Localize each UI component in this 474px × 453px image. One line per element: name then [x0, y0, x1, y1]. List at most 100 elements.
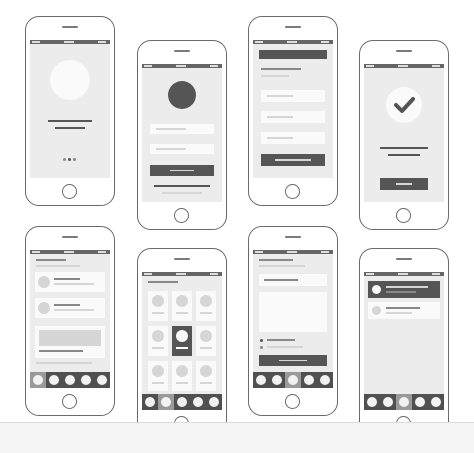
- speaker: [174, 50, 190, 52]
- screen-compose: [253, 250, 333, 388]
- tab-2[interactable]: [383, 397, 393, 407]
- grid-tile[interactable]: [196, 291, 216, 321]
- speaker: [62, 236, 78, 238]
- page-dot[interactable]: [63, 158, 66, 161]
- screen-notifications: [364, 272, 444, 410]
- grid-tile[interactable]: [196, 361, 216, 391]
- screen-form: [253, 40, 333, 178]
- input-3[interactable]: [261, 132, 325, 144]
- tab-4[interactable]: [81, 375, 91, 385]
- speaker: [62, 26, 78, 28]
- grid-tile[interactable]: [148, 361, 168, 391]
- username-field[interactable]: [150, 124, 214, 134]
- tab-5[interactable]: [431, 397, 441, 407]
- speaker: [174, 258, 190, 260]
- phone-feed: [25, 226, 115, 416]
- status-bar: [364, 64, 444, 68]
- tab-4[interactable]: [304, 375, 314, 385]
- radio-label-1: [267, 339, 295, 341]
- phone-grid: [137, 248, 227, 438]
- grid-tile-selected[interactable]: [172, 326, 192, 356]
- sub-link-line: [162, 192, 202, 194]
- home-button[interactable]: [62, 394, 77, 409]
- tab-4[interactable]: [415, 397, 425, 407]
- feed-subheading: [36, 265, 80, 267]
- home-button[interactable]: [62, 184, 77, 199]
- tab-3[interactable]: [288, 375, 298, 385]
- status-bar: [30, 40, 110, 44]
- home-button[interactable]: [396, 208, 411, 223]
- grid-tile[interactable]: [196, 326, 216, 356]
- avatar: [168, 81, 196, 109]
- tab-3[interactable]: [177, 397, 187, 407]
- tab-1[interactable]: [33, 375, 43, 385]
- radio-option-1[interactable]: [260, 339, 263, 342]
- tab-2[interactable]: [272, 375, 282, 385]
- screen-grid: [142, 272, 222, 410]
- input-1[interactable]: [261, 90, 325, 102]
- home-button[interactable]: [285, 394, 300, 409]
- list-item[interactable]: [35, 272, 105, 292]
- phone-login: [137, 40, 227, 230]
- success-title-line: [380, 147, 428, 149]
- status-bar: [30, 250, 110, 254]
- page-dot-active[interactable]: [68, 158, 71, 161]
- tab-3[interactable]: [399, 397, 409, 407]
- password-field[interactable]: [150, 144, 214, 154]
- caption-line: [36, 362, 92, 364]
- status-bar: [364, 272, 444, 276]
- link-line[interactable]: [154, 185, 210, 187]
- page-dot[interactable]: [73, 158, 76, 161]
- screen-splash: [30, 40, 110, 178]
- status-bar: [142, 64, 222, 68]
- speaker: [285, 26, 301, 28]
- tab-bar: [30, 372, 110, 388]
- tab-1[interactable]: [367, 397, 377, 407]
- splash-image: [50, 60, 90, 100]
- home-button[interactable]: [285, 184, 300, 199]
- post-button[interactable]: [259, 355, 327, 366]
- subheading-line: [261, 75, 289, 77]
- grid-tile[interactable]: [172, 291, 192, 321]
- tab-2[interactable]: [49, 375, 59, 385]
- tab-3[interactable]: [65, 375, 75, 385]
- checkmark-icon: [386, 87, 422, 123]
- tab-1[interactable]: [256, 375, 266, 385]
- tab-1[interactable]: [145, 397, 155, 407]
- status-bar: [142, 272, 222, 276]
- speaker: [285, 236, 301, 238]
- grid-heading: [148, 281, 178, 283]
- speaker: [396, 50, 412, 52]
- phone-splash: [25, 16, 115, 206]
- phone-compose: [248, 226, 338, 416]
- tab-2[interactable]: [161, 397, 171, 407]
- notification-active[interactable]: [368, 281, 440, 298]
- compose-heading: [259, 259, 293, 261]
- continue-button[interactable]: [380, 178, 428, 190]
- status-bar: [253, 250, 333, 254]
- input-2[interactable]: [261, 111, 325, 123]
- title-input[interactable]: [259, 274, 327, 286]
- submit-button[interactable]: [261, 154, 325, 166]
- screen-login: [142, 64, 222, 202]
- tab-4[interactable]: [193, 397, 203, 407]
- tab-5[interactable]: [209, 397, 219, 407]
- list-item[interactable]: [35, 298, 105, 318]
- heading-line: [261, 68, 301, 70]
- tab-5[interactable]: [320, 375, 330, 385]
- grid-tile[interactable]: [172, 361, 192, 391]
- speaker: [396, 258, 412, 260]
- login-button[interactable]: [150, 165, 214, 176]
- screen-feed: [30, 250, 110, 388]
- screen-success: [364, 64, 444, 202]
- feed-heading: [36, 259, 66, 261]
- notification-item[interactable]: [368, 302, 440, 319]
- grid-tile[interactable]: [148, 326, 168, 356]
- home-button[interactable]: [174, 208, 189, 223]
- grid-tile[interactable]: [148, 291, 168, 321]
- tab-5[interactable]: [97, 375, 107, 385]
- header-bar: [259, 50, 327, 59]
- card[interactable]: [35, 326, 105, 358]
- radio-option-2[interactable]: [260, 346, 263, 349]
- body-textarea[interactable]: [259, 292, 327, 332]
